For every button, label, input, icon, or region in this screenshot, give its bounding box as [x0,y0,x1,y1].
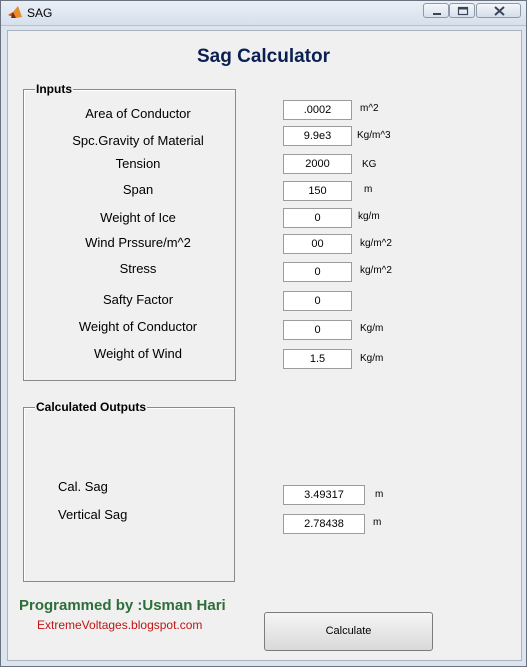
cal-sag-label: Cal. Sag [58,479,108,494]
calculate-button[interactable]: Calculate [264,612,433,651]
weight-of-wind-label: Weight of Wind [94,346,182,361]
outputs-panel [23,407,235,582]
weight-of-ice-input[interactable] [283,208,352,228]
weight-of-wind-unit: Kg/m [360,353,384,364]
vertical-sag-label: Vertical Sag [58,507,128,522]
specific-gravity-unit: Kg/m^3 [357,130,391,141]
span-input[interactable] [283,181,352,201]
blog-link: ExtremeVoltages.blogspot.com [37,618,203,632]
area-of-conductor-input[interactable] [283,100,352,120]
safety-factor-label: Safty Factor [102,292,174,307]
maximize-button[interactable] [449,3,475,18]
close-button[interactable] [476,3,521,18]
safety-factor-input[interactable] [283,291,352,311]
vertical-sag-unit: m [373,517,382,528]
matlab-icon [7,5,23,21]
span-unit: m [364,184,373,195]
wind-pressure-unit: kg/m^2 [360,238,392,249]
window-title: SAG [27,6,53,20]
weight-of-ice-label: Weight of Ice [100,210,176,225]
weight-of-conductor-label: Weight of Conductor [78,319,198,334]
cal-sag-unit: m [375,489,384,500]
stress-unit: kg/m^2 [360,265,392,276]
wind-pressure-label: Wind Prssure/m^2 [85,235,191,250]
area-unit: m^2 [360,103,379,114]
page-title: Sag Calculator [196,46,331,67]
tension-unit: KG [362,159,377,170]
specific-gravity-label: Spc.Gravity of Material [72,133,204,148]
weight-of-ice-unit: kg/m [358,211,380,222]
area-of-conductor-label: Area of Conductor [85,106,191,121]
weight-of-conductor-input[interactable] [283,320,352,340]
minimize-button[interactable] [423,3,449,18]
inputs-panel-title: Inputs [35,82,73,96]
stress-input[interactable] [283,262,352,282]
tension-input[interactable] [283,154,352,174]
outputs-panel-title: Calculated Outputs [35,400,148,414]
stress-label: Stress [119,261,157,276]
specific-gravity-input[interactable] [283,126,352,146]
author-credit: Programmed by :Usman Hari [19,597,226,614]
tension-label: Tension [115,156,161,171]
span-label: Span [122,182,154,197]
title-bar[interactable]: SAG [1,1,526,26]
wind-pressure-input[interactable] [283,234,352,254]
weight-of-wind-input[interactable] [283,349,352,369]
vertical-sag-output[interactable] [283,514,365,534]
cal-sag-output[interactable] [283,485,365,505]
weight-of-conductor-unit: Kg/m [360,323,384,334]
